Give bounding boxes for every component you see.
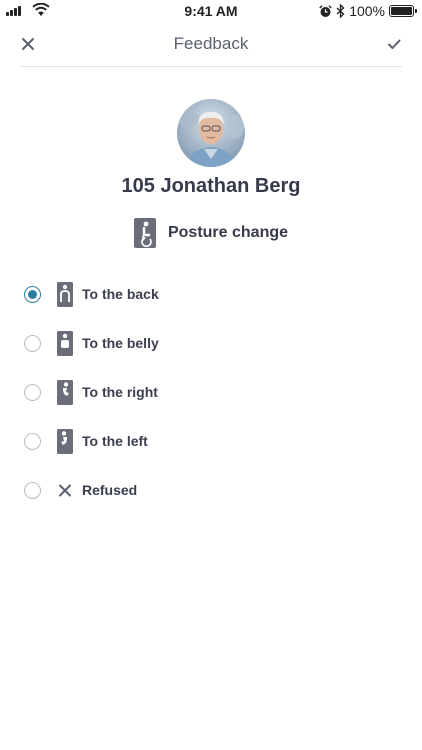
close-icon [22,38,34,50]
option-radio[interactable] [24,384,41,401]
battery-fill [391,7,412,15]
option-radio[interactable] [24,335,41,352]
option-label: To the left [82,433,148,449]
option-to-the-left[interactable]: To the left [0,417,422,466]
option-radio[interactable] [24,286,41,303]
bluetooth-icon [336,4,345,18]
posture-belly-icon [57,331,73,356]
feedback-screen: 9:41 AM 100% Feedback 105 Jonathan Berg … [0,0,422,750]
task-label: Posture change [167,224,289,241]
posture-left-icon [57,429,73,454]
close-button[interactable] [14,30,42,58]
checkmark-icon [388,39,401,49]
nav-divider [20,66,402,67]
option-label: Refused [82,482,138,498]
nav-bar: Feedback [0,22,422,66]
option-to-the-back[interactable]: To the back [0,270,422,319]
posture-right-icon [57,380,73,405]
posture-change-icon [133,218,156,248]
battery-percent: 100% [349,3,385,19]
patient-name: 105 Jonathan Berg [121,175,301,197]
option-radio[interactable] [24,433,41,450]
posture-back-icon [57,282,73,307]
option-to-the-belly[interactable]: To the belly [0,319,422,368]
avatar [177,99,245,167]
status-bar: 9:41 AM 100% [0,0,422,22]
option-label: To the belly [82,335,159,351]
status-right: 100% [319,3,417,19]
option-label: To the right [82,384,158,400]
task-header: Posture change [0,218,422,248]
alarm-icon [319,4,332,17]
option-radio[interactable] [24,482,41,499]
patient-photo [177,99,245,167]
option-label: To the back [82,286,159,302]
battery-icon [389,5,417,17]
option-to-the-right[interactable]: To the right [0,368,422,417]
done-button[interactable] [380,30,408,58]
refused-icon [59,484,71,497]
nav-title: Feedback [173,34,249,53]
option-refused[interactable]: Refused [0,466,422,515]
